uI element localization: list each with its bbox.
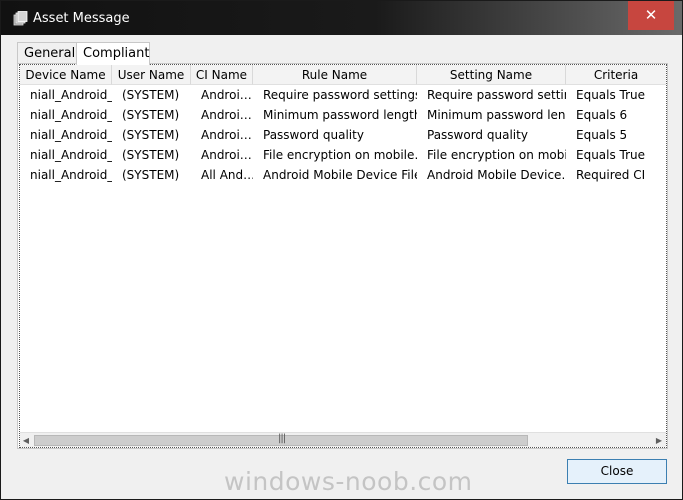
column-header-setting-name[interactable]: Setting Name [417,65,566,85]
cell-device-name[interactable]: niall_Android_1 [20,85,112,105]
cell-rule-name[interactable]: Minimum password length… [253,105,417,125]
cell-ci-name[interactable]: All And… [191,165,253,185]
scroll-left-icon[interactable]: ◀ [20,435,32,447]
column-header-criteria[interactable]: Criteria [566,65,666,85]
cell-device-name[interactable]: niall_Android_1 [20,105,112,125]
window-title: Asset Message [33,11,130,26]
cell-criteria[interactable]: Equals True [566,85,666,105]
cell-ci-name[interactable]: Androi… [191,125,253,145]
compliance-grid[interactable]: Device Name User Name CI Name Rule Name … [19,64,667,448]
close-button[interactable]: Close [567,459,667,484]
app-icon [13,11,28,26]
watermark: windows-noob.com [224,467,473,496]
cell-setting-name[interactable]: Android Mobile Device… [417,165,566,185]
scroll-right-icon[interactable]: ▶ [653,435,665,447]
cell-rule-name[interactable]: Android Mobile Device File… [253,165,417,185]
cell-user-name[interactable]: (SYSTEM) [112,125,191,145]
horizontal-scrollbar[interactable]: ◀ ||| ▶ [20,432,666,447]
cell-device-name[interactable]: niall_Android_1 [20,125,112,145]
cell-setting-name[interactable]: Require password settin… [417,85,566,105]
cell-rule-name[interactable]: File encryption on mobile… [253,145,417,165]
cell-criteria[interactable]: Required CI [566,165,666,185]
cell-criteria[interactable]: Equals 5 [566,125,666,145]
column-header-user-name[interactable]: User Name [112,65,191,85]
cell-user-name[interactable]: (SYSTEM) [112,165,191,185]
window-close-button[interactable]: ✕ [628,1,674,30]
tab-compliant[interactable]: Compliant [76,42,150,65]
cell-setting-name[interactable]: Minimum password len… [417,105,566,125]
cell-setting-name[interactable]: File encryption on mobi… [417,145,566,165]
cell-rule-name[interactable]: Require password settings… [253,85,417,105]
cell-ci-name[interactable]: Androi… [191,145,253,165]
cell-rule-name[interactable]: Password quality [253,125,417,145]
cell-ci-name[interactable]: Androi… [191,105,253,125]
cell-ci-name[interactable]: Androi… [191,85,253,105]
column-header-ci-name[interactable]: CI Name [191,65,253,85]
cell-user-name[interactable]: (SYSTEM) [112,105,191,125]
cell-criteria[interactable]: Equals 6 [566,105,666,125]
column-header-rule-name[interactable]: Rule Name [253,65,417,85]
cell-device-name[interactable]: niall_Android_1 [20,145,112,165]
tab-general[interactable]: General [17,42,77,64]
title-bar[interactable]: Asset Message ✕ [1,1,682,35]
scrollbar-thumb[interactable]: ||| [34,433,528,446]
grip-icon: ||| [278,433,286,444]
cell-setting-name[interactable]: Password quality [417,125,566,145]
cell-user-name[interactable]: (SYSTEM) [112,85,191,105]
column-header-device-name[interactable]: Device Name [20,65,112,85]
cell-user-name[interactable]: (SYSTEM) [112,145,191,165]
cell-criteria[interactable]: Equals True [566,145,666,165]
cell-device-name[interactable]: niall_Android_1 [20,165,112,185]
asset-message-window: Asset Message ✕ General Compliant Device… [0,0,683,500]
